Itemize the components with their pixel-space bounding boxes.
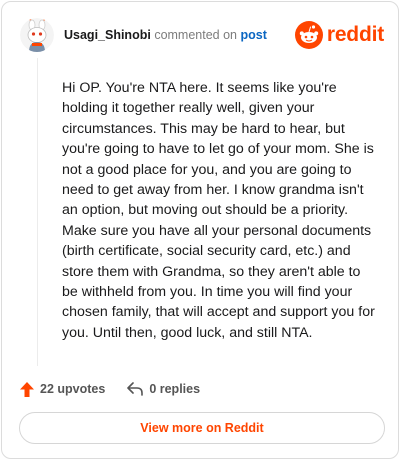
thread-line	[37, 58, 38, 366]
reply-button[interactable]: 0 replies	[127, 382, 200, 396]
comment-actions: 22 upvotes 0 replies	[20, 378, 200, 400]
reddit-logo-icon	[294, 21, 323, 49]
byline: Usagi_Shinobi commented on post	[64, 27, 267, 43]
reddit-wordmark: reddit	[326, 23, 384, 46]
view-more-button[interactable]: View more on Reddit	[19, 412, 385, 444]
reply-icon	[127, 382, 144, 396]
upvote-icon	[20, 381, 34, 397]
reply-count: 0 replies	[149, 382, 201, 396]
upvote-count: 22 upvotes	[40, 382, 106, 396]
upvote-button[interactable]: 22 upvotes	[20, 381, 106, 397]
comment-card: Usagi_Shinobi commented on post reddit H…	[1, 1, 399, 459]
avatar[interactable]	[20, 18, 54, 52]
avatar-image	[20, 18, 54, 52]
comment-header: Usagi_Shinobi commented on post reddit	[20, 14, 384, 54]
reddit-brand[interactable]: reddit	[294, 20, 384, 50]
byline-verb: commented on	[154, 28, 237, 42]
comment-body: Hi OP. You're NTA here. It seems like yo…	[62, 80, 375, 341]
post-link[interactable]: post	[240, 28, 266, 42]
username[interactable]: Usagi_Shinobi	[64, 28, 151, 42]
